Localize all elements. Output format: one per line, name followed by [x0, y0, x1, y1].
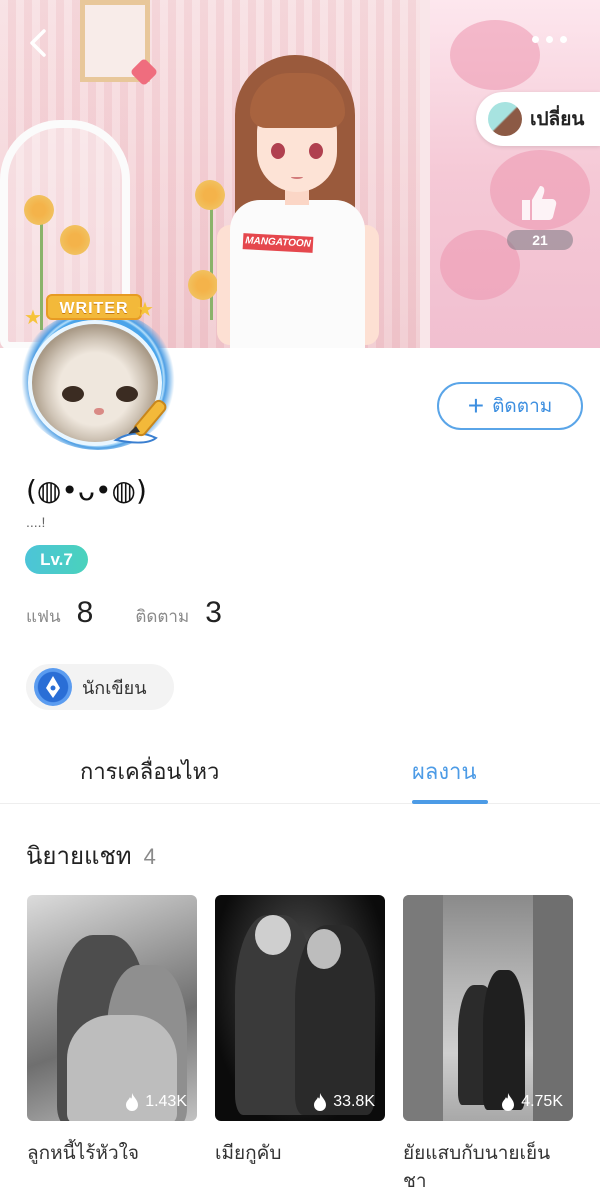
like-count: 21 [507, 230, 573, 250]
active-tab-indicator [412, 800, 488, 804]
pen-nib-icon [34, 668, 72, 706]
fans-count[interactable]: 8 [77, 596, 94, 630]
fire-icon [314, 1093, 327, 1111]
work-title[interactable]: ยัยแสบกับนายเย็นชา [403, 1139, 573, 1195]
work-cover-image[interactable]: 33.8K [215, 895, 385, 1121]
plus-icon: + [467, 390, 485, 421]
fire-icon [502, 1093, 515, 1111]
fans-label[interactable]: แฟน [26, 603, 61, 630]
switch-cover-label: เปลี่ยน [530, 108, 585, 130]
star-icon: ★ [136, 299, 154, 321]
view-count: 4.75K [501, 1093, 563, 1111]
profile-tabs: การเคลื่อนไหว ผลงาน [0, 740, 600, 804]
view-count-value: 1.43K [145, 1093, 187, 1110]
following-label[interactable]: ติดตาม [135, 603, 189, 630]
work-card[interactable]: 33.8K เมียกูคับ [215, 895, 385, 1167]
work-cover-image[interactable]: 4.75K [403, 895, 573, 1121]
star-icon: ★ [24, 307, 42, 329]
writer-banner: WRITER [46, 294, 142, 320]
work-cover-image[interactable]: 1.43K [27, 895, 197, 1121]
work-card[interactable]: 4.75K ยัยแสบกับนายเย็นชา [403, 895, 573, 1195]
user-bio: ....! [26, 514, 46, 530]
fire-icon [126, 1093, 139, 1111]
profile-stats: แฟน 8 ติดตาม 3 [26, 596, 264, 630]
section-count: 4 [143, 844, 156, 869]
writer-badge[interactable]: นักเขียน [26, 664, 174, 710]
chat-novels-section-header: นิยายแชท 4 [26, 836, 156, 875]
back-arrow-icon[interactable] [24, 28, 54, 58]
view-count: 33.8K [313, 1093, 375, 1111]
switch-cover-button[interactable]: เปลี่ยน [476, 92, 600, 146]
cover-thumbnail-icon [488, 102, 522, 136]
window-decoration [420, 0, 600, 348]
username: (◍•ᴗ•◍) [26, 474, 147, 507]
writer-badge-label: นักเขียน [82, 677, 147, 699]
flower-decoration [60, 225, 90, 255]
flower-decoration [24, 195, 54, 225]
work-card[interactable]: 1.43K ลูกหนี้ไร้หัวใจ [27, 895, 197, 1167]
tab-activity[interactable]: การเคลื่อนไหว [80, 754, 219, 789]
tab-works[interactable]: ผลงาน [412, 754, 477, 789]
more-options-icon[interactable] [532, 36, 572, 50]
user-avatar[interactable]: WRITER ★ ★ [6, 290, 186, 465]
view-count: 1.43K [125, 1093, 187, 1111]
character-illustration: MANGATOON [205, 55, 395, 348]
view-count-value: 33.8K [333, 1093, 375, 1110]
view-count-value: 4.75K [521, 1093, 563, 1110]
fountain-pen-icon [113, 399, 167, 444]
thumbs-up-icon[interactable] [518, 182, 560, 224]
following-count[interactable]: 3 [205, 596, 222, 630]
level-badge[interactable]: Lv.7 [25, 545, 88, 574]
work-title[interactable]: ลูกหนี้ไร้หัวใจ [27, 1139, 197, 1167]
follow-label: ติดตาม [492, 395, 553, 417]
follow-button[interactable]: + ติดตาม [437, 382, 583, 430]
work-title[interactable]: เมียกูคับ [215, 1139, 385, 1167]
section-label: นิยายแชท [26, 842, 132, 870]
